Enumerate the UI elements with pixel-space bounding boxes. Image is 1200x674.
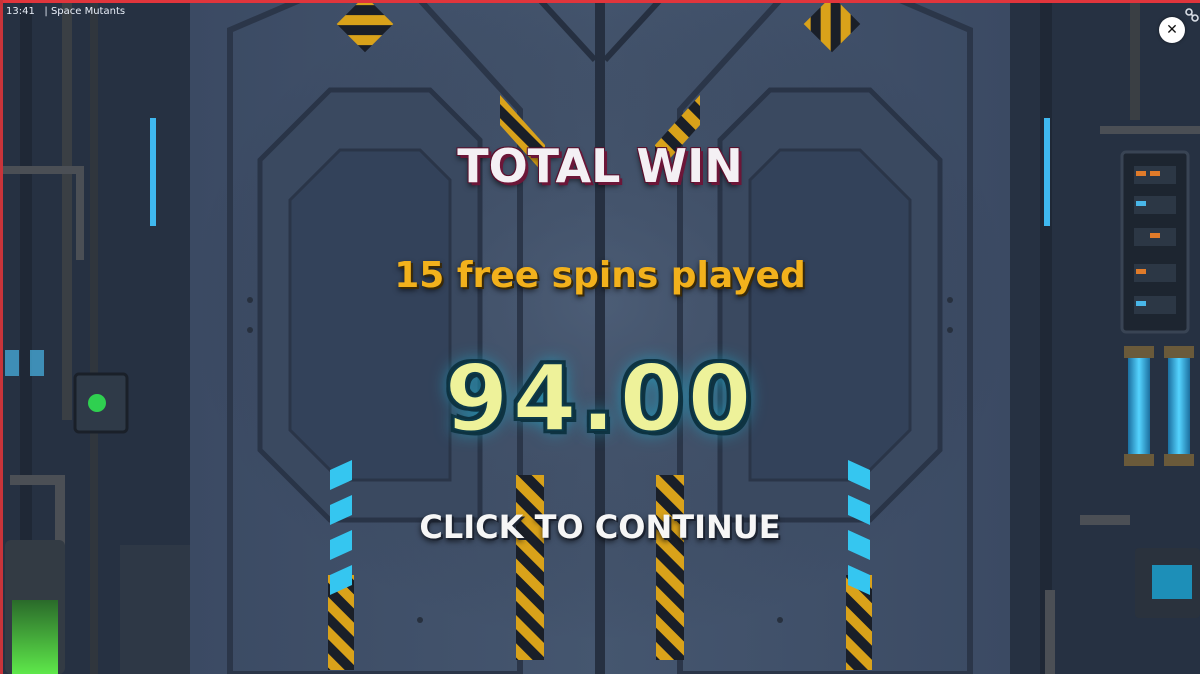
- free-spins-summary: 15 free spins played: [394, 255, 806, 296]
- window-frame-left: [0, 0, 3, 674]
- game-title: Space Mutants: [50, 6, 126, 17]
- game-background: [0, 0, 1200, 674]
- total-win-title: TOTAL WIN: [457, 139, 743, 193]
- window-frame-top: [0, 0, 1200, 3]
- continue-button[interactable]: CLICK TO CONTINUE: [0, 508, 1200, 546]
- clock-time: 13:41: [6, 6, 35, 17]
- close-button[interactable]: ✕: [1159, 17, 1185, 43]
- close-icon: ✕: [1166, 22, 1178, 38]
- win-amount: 94.00: [443, 344, 756, 453]
- link-icon[interactable]: [1185, 8, 1199, 22]
- status-bar: 13:41 | Space Mutants: [6, 5, 125, 21]
